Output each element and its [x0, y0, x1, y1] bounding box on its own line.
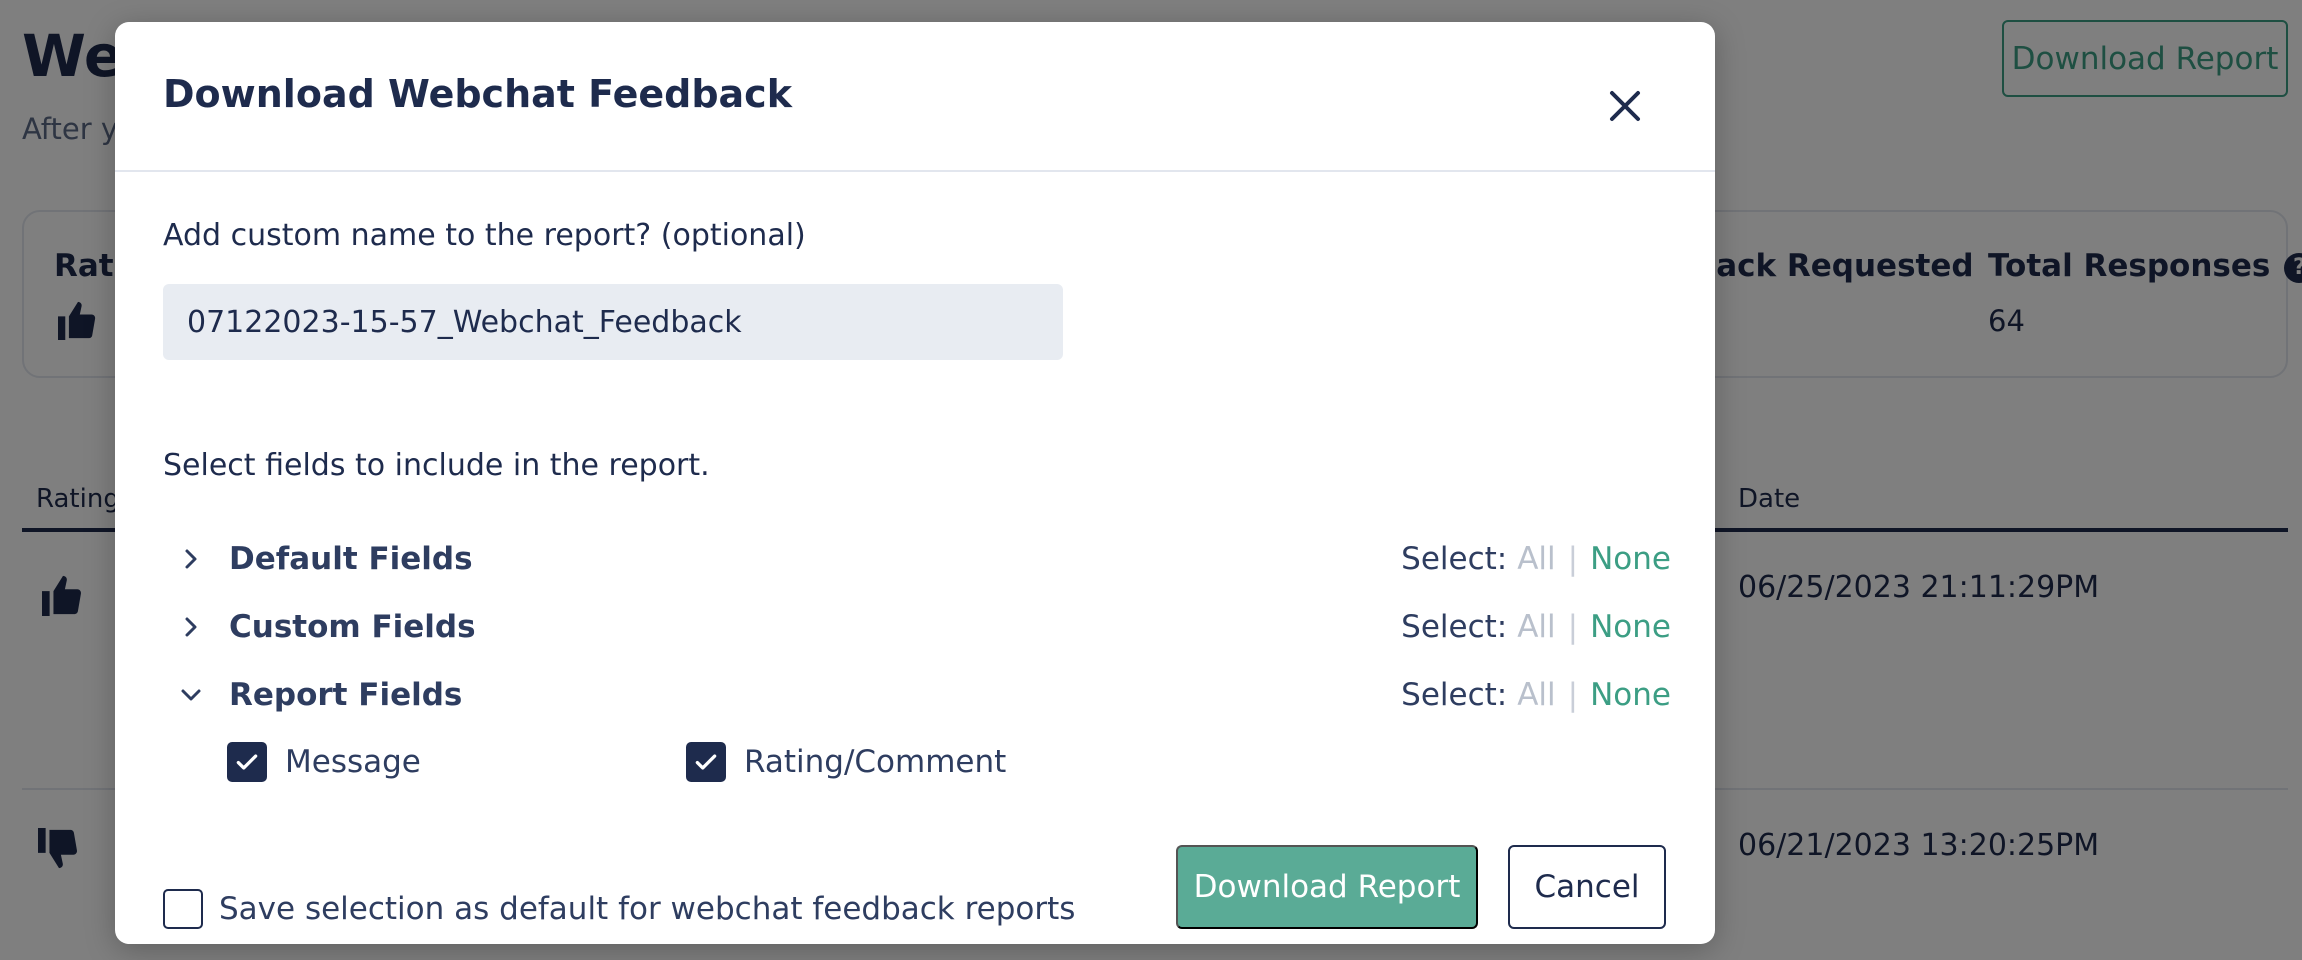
custom-name-input[interactable]	[163, 284, 1063, 360]
report-field-rating-comment[interactable]: Rating/Comment	[686, 738, 1006, 786]
checkbox-unchecked[interactable]	[163, 889, 203, 929]
select-none-link[interactable]: None	[1590, 541, 1671, 577]
modal-header: Download Webchat Feedback	[115, 22, 1715, 172]
field-group-report-toggle[interactable]: Report Fields	[179, 670, 462, 720]
check-icon	[236, 754, 258, 770]
close-icon	[1610, 91, 1640, 121]
cancel-button[interactable]: Cancel	[1508, 845, 1666, 929]
field-group-custom: Custom Fields Select: All | None	[163, 602, 1671, 652]
download-report-button[interactable]: Download Report	[1176, 845, 1478, 929]
field-group-name: Custom Fields	[229, 609, 476, 645]
select-controls: Select: All | None	[1401, 534, 1671, 584]
select-prefix: Select:	[1401, 677, 1508, 713]
close-button[interactable]	[1593, 74, 1657, 138]
select-fields-label: Select fields to include in the report.	[163, 448, 710, 483]
select-none-link[interactable]: None	[1590, 677, 1671, 713]
field-group-name: Default Fields	[229, 541, 473, 577]
chevron-right-icon	[185, 617, 197, 637]
save-default-label: Save selection as default for webchat fe…	[219, 891, 1076, 927]
modal-title: Download Webchat Feedback	[163, 72, 792, 116]
field-group-default-toggle[interactable]: Default Fields	[179, 534, 473, 584]
download-feedback-modal: Download Webchat Feedback Add custom nam…	[115, 22, 1715, 944]
report-field-label: Message	[285, 744, 421, 780]
select-prefix: Select:	[1401, 541, 1508, 577]
save-default-checkbox[interactable]: Save selection as default for webchat fe…	[163, 884, 1075, 934]
chevron-down-icon	[181, 689, 201, 701]
select-all-link[interactable]: All	[1517, 677, 1555, 713]
select-separator: |	[1567, 541, 1579, 577]
select-separator: |	[1567, 609, 1579, 645]
check-icon	[695, 754, 717, 770]
chevron-right-icon	[185, 549, 197, 569]
select-none-link[interactable]: None	[1590, 609, 1671, 645]
checkbox-checked[interactable]	[686, 742, 726, 782]
checkbox-checked[interactable]	[227, 742, 267, 782]
select-controls: Select: All | None	[1401, 602, 1671, 652]
report-field-message[interactable]: Message	[227, 738, 421, 786]
field-group-custom-toggle[interactable]: Custom Fields	[179, 602, 476, 652]
field-group-default: Default Fields Select: All | None	[163, 534, 1671, 584]
custom-name-label: Add custom name to the report? (optional…	[163, 218, 806, 253]
select-separator: |	[1567, 677, 1579, 713]
select-all-link[interactable]: All	[1517, 609, 1555, 645]
select-controls: Select: All | None	[1401, 670, 1671, 720]
report-field-label: Rating/Comment	[744, 744, 1007, 780]
select-all-link[interactable]: All	[1517, 541, 1555, 577]
select-prefix: Select:	[1401, 609, 1508, 645]
field-group-name: Report Fields	[229, 677, 463, 713]
field-group-report: Report Fields Select: All | None	[163, 670, 1671, 720]
